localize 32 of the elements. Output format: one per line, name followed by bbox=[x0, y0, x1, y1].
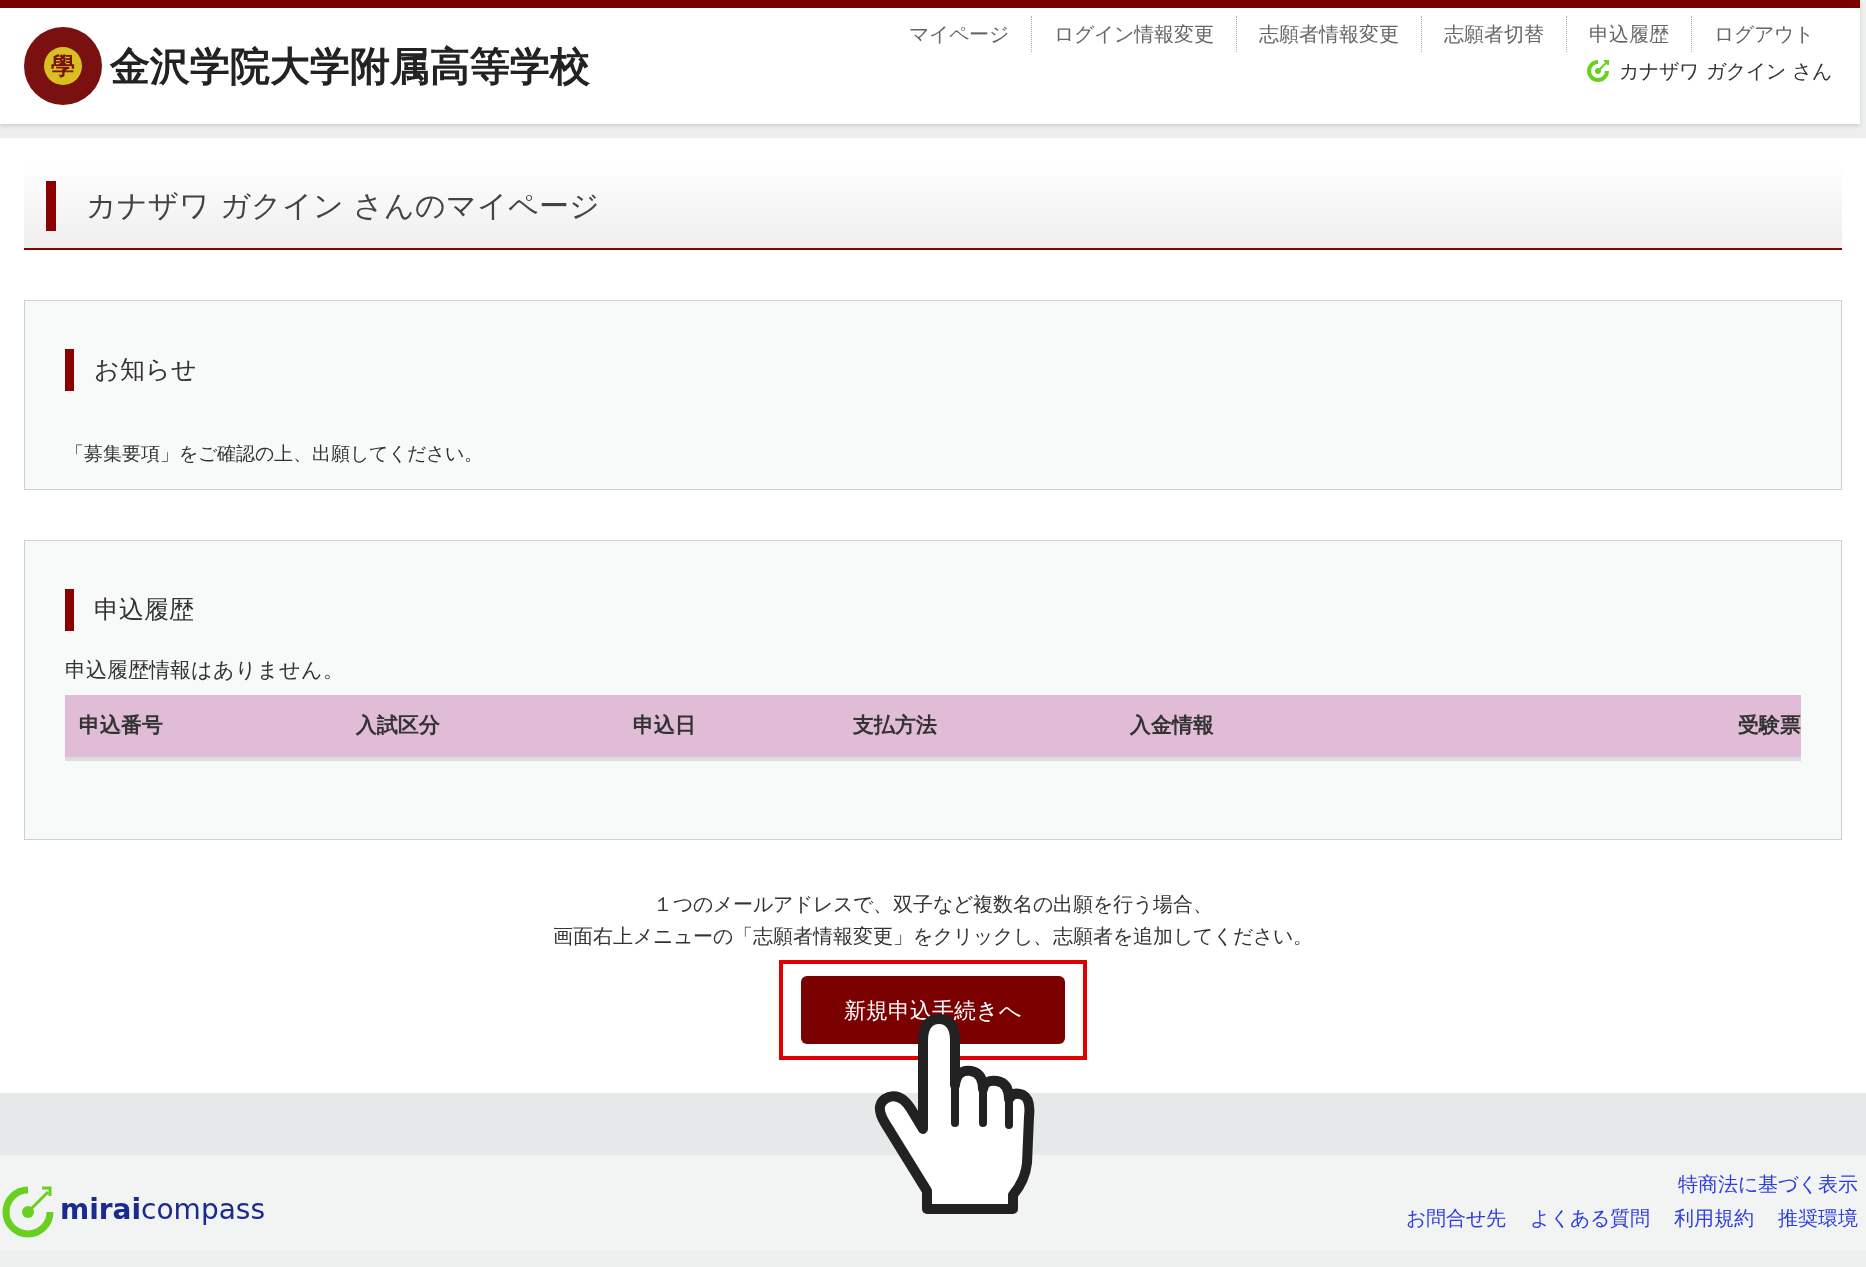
section-title: お知らせ bbox=[94, 355, 197, 385]
section-title: 申込履歴 bbox=[94, 595, 194, 625]
nav-link[interactable]: 志願者切替 bbox=[1422, 16, 1567, 52]
footer-link[interactable]: 特商法に基づく表示 bbox=[1678, 1169, 1858, 1199]
school-name: 金沢学院大学附属高等学校 bbox=[110, 42, 590, 91]
footer-link[interactable]: よくある質問 bbox=[1530, 1203, 1650, 1233]
title-accent-bar bbox=[65, 349, 74, 391]
notice-text: 「募集要項」をご確認の上、出願してください。 bbox=[65, 441, 484, 466]
user-icon bbox=[1585, 58, 1612, 84]
column-header: 入試区分 bbox=[355, 711, 441, 739]
nav-link[interactable]: 志願者情報変更 bbox=[1237, 16, 1422, 52]
page-title: カナザワ ガクイン さんのマイページ bbox=[86, 188, 601, 224]
nav-link[interactable]: ログアウト bbox=[1692, 16, 1836, 52]
title-accent-bar bbox=[65, 589, 74, 631]
column-header: 申込日 bbox=[631, 711, 697, 739]
empty-message: 申込履歴情報はありません。 bbox=[65, 657, 345, 684]
brand-name: miraicompass bbox=[60, 1192, 265, 1228]
school-crest-icon: 學 bbox=[24, 27, 102, 105]
nav-link[interactable]: マイページ bbox=[887, 16, 1032, 52]
nav-link[interactable]: 申込履歴 bbox=[1567, 16, 1692, 52]
footer-link[interactable]: 推奨環境 bbox=[1778, 1203, 1858, 1233]
column-header: 入金情報 bbox=[1128, 711, 1215, 739]
footer-link[interactable]: 利用規約 bbox=[1674, 1203, 1754, 1233]
instruction-text: １つのメールアドレスで、双子など複数名の出願を行う場合、 bbox=[653, 891, 1213, 918]
nav-link[interactable]: ログイン情報変更 bbox=[1032, 16, 1237, 52]
instruction-text: 画面右上メニューの「志願者情報変更」をクリックし、志願者を追加してください。 bbox=[553, 923, 1313, 950]
footer-link[interactable]: お問合せ先 bbox=[1406, 1203, 1506, 1233]
title-accent-bar bbox=[46, 181, 56, 231]
column-header: 申込番号 bbox=[78, 711, 164, 739]
user-name: カナザワ ガクイン さん bbox=[1619, 58, 1832, 85]
column-header: 受験票 bbox=[1738, 711, 1802, 739]
column-header: 支払方法 bbox=[851, 711, 938, 739]
